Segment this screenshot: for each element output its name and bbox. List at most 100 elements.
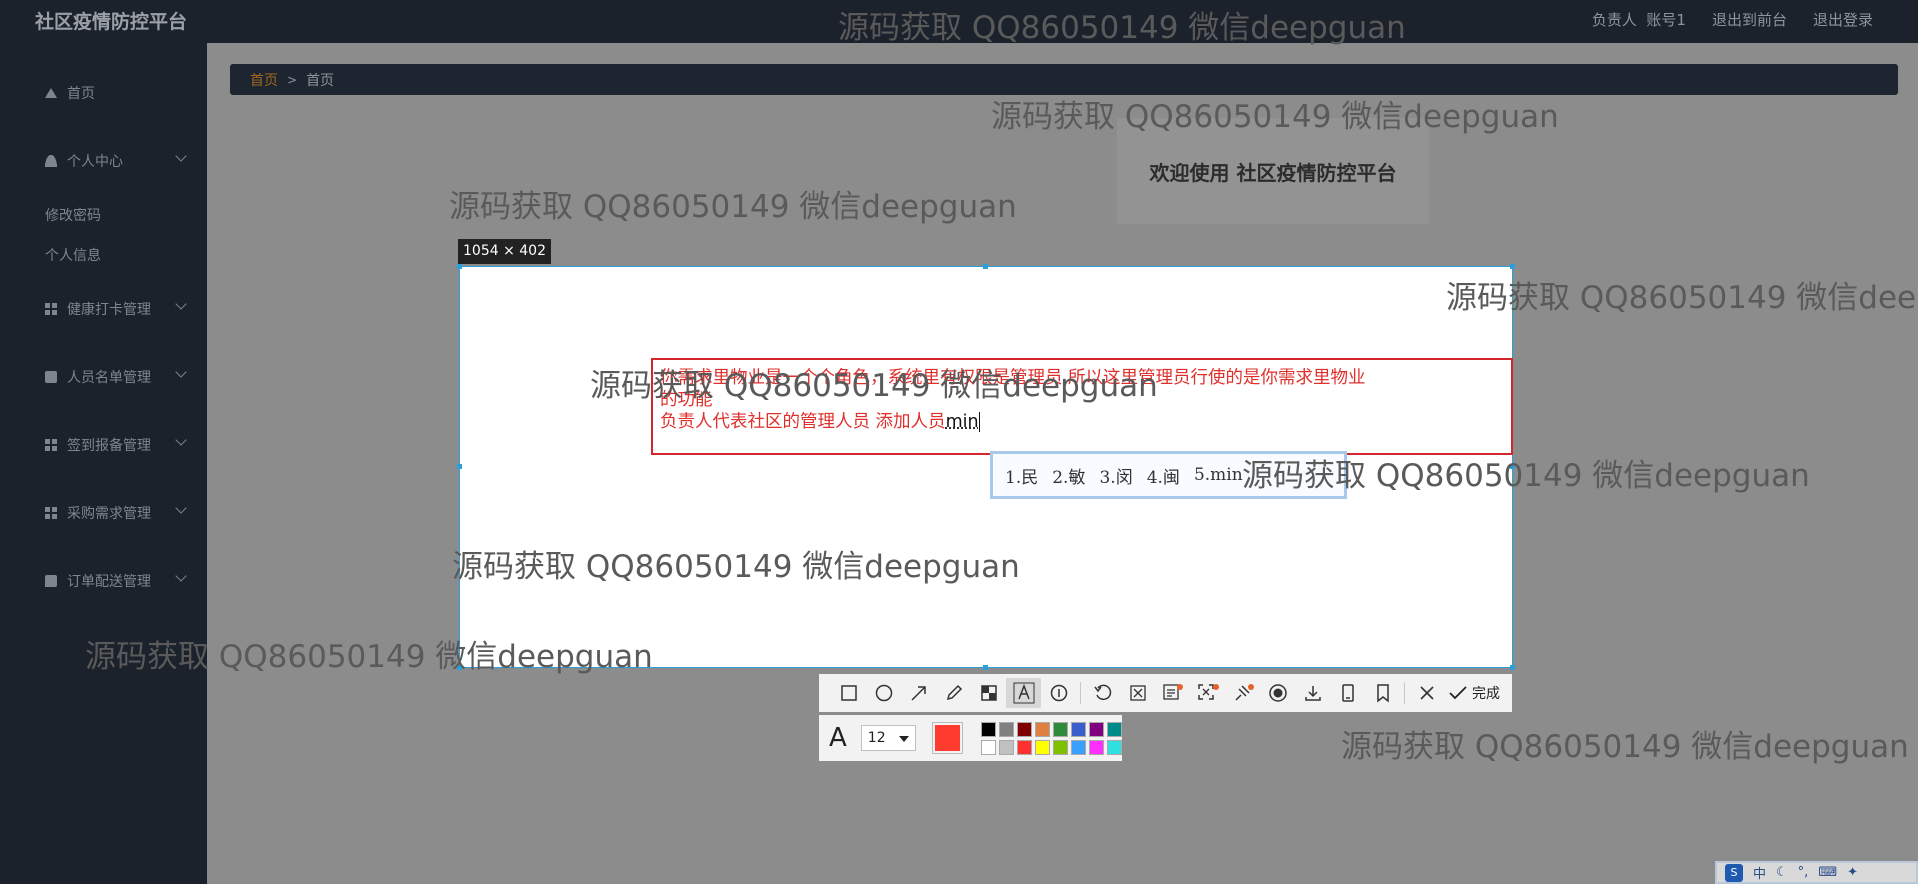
download-icon[interactable] (1295, 678, 1330, 708)
resize-handle[interactable] (1510, 264, 1515, 269)
color-palette (981, 721, 1122, 755)
ime-composing-text: min (945, 412, 979, 432)
resize-handle[interactable] (457, 464, 462, 469)
color-swatch[interactable] (981, 739, 996, 755)
sidebar-subitem-personal-info[interactable]: 个人信息 (45, 245, 101, 265)
toolbar-divider (1404, 682, 1405, 704)
ime-status-bar: S 中 ☾ °, ⌨ ✦ (1715, 861, 1918, 884)
watermark-text: 源码获取 QQ86050149 微信deepguan (1446, 280, 1918, 316)
sidebar-item-order-delivery[interactable]: 订单配送管理 (45, 570, 187, 591)
color-swatch[interactable] (1053, 739, 1068, 755)
ime-candidate[interactable]: 5.min (1194, 465, 1243, 485)
account-name: 账号1 (1646, 11, 1686, 29)
number-icon[interactable] (1041, 678, 1076, 708)
logout-link[interactable]: 退出登录 (1813, 9, 1873, 30)
breadcrumb-separator-icon: > (287, 72, 298, 87)
back-to-front-link[interactable]: 退出到前台 (1712, 9, 1787, 30)
user-role-label: 负责人 (1591, 11, 1637, 29)
font-icon: A (829, 723, 847, 753)
ime-candidate[interactable]: 2.敏 (1052, 463, 1085, 488)
resize-handle[interactable] (983, 264, 988, 269)
sidebar-item-personnel-list[interactable]: 人员名单管理 (45, 366, 187, 387)
watermark-text: 源码获取 QQ86050149 微信deepguan (85, 639, 653, 675)
done-button-label: 完成 (1472, 686, 1500, 702)
color-swatch[interactable] (1035, 721, 1050, 737)
ime-candidate[interactable]: 1.民 (1005, 463, 1038, 488)
keyboard-icon[interactable]: ⌨ (1818, 865, 1837, 880)
color-swatch[interactable] (999, 739, 1014, 755)
watermark-text: 源码获取 QQ86050149 微信deepguan (838, 10, 1406, 46)
breadcrumb-home-link[interactable]: 首页 (250, 70, 278, 90)
app-title: 社区疫情防控平台 (35, 11, 188, 33)
pencil-icon[interactable] (936, 678, 971, 708)
color-swatch[interactable] (999, 721, 1014, 737)
annotation-line-text: 负责人代表社区的管理人员 添加人员 (660, 412, 946, 432)
done-button[interactable]: 完成 (1448, 683, 1500, 703)
resize-handle[interactable] (457, 264, 462, 269)
clipboard-icon (45, 371, 57, 383)
record-icon[interactable] (1260, 678, 1295, 708)
color-swatch[interactable] (1017, 739, 1032, 755)
sidebar-subitem-change-password[interactable]: 修改密码 (45, 205, 101, 225)
color-swatch[interactable] (1107, 739, 1122, 755)
chat-icon (45, 575, 57, 587)
screenshot-toolbar: 完成 (819, 674, 1512, 712)
ime-language-indicator[interactable]: 中 (1753, 863, 1766, 882)
sidebar-item-health-checkin[interactable]: 健康打卡管理 (45, 298, 187, 319)
color-swatch[interactable] (1071, 721, 1086, 737)
ime-candidate[interactable]: 4.闽 (1147, 463, 1180, 488)
sogou-logo-icon[interactable]: S (1725, 863, 1743, 882)
mosaic-icon[interactable] (971, 678, 1006, 708)
dropdown-arrow-icon (899, 736, 910, 742)
sidebar-item-personal-center[interactable]: 个人中心 (45, 150, 187, 171)
sidebar-item-label: 人员名单管理 (67, 370, 151, 386)
user-icon (45, 155, 57, 167)
current-color-swatch[interactable] (932, 722, 963, 754)
close-icon[interactable] (1409, 678, 1444, 708)
color-swatch[interactable] (1035, 739, 1050, 755)
undo-icon[interactable] (1085, 678, 1120, 708)
color-swatch[interactable] (1071, 739, 1086, 755)
rectangle-icon[interactable] (831, 678, 866, 708)
resize-handle[interactable] (1510, 665, 1515, 670)
punctuation-icon[interactable]: °, (1798, 865, 1809, 880)
sidebar-item-label: 签到报备管理 (67, 438, 151, 454)
color-swatch[interactable] (1053, 721, 1068, 737)
grid-icon (45, 439, 57, 451)
chevron-down-icon (175, 366, 187, 378)
color-swatch[interactable] (981, 721, 996, 737)
chevron-down-icon (175, 298, 187, 310)
settings-icon[interactable]: ✦ (1847, 865, 1858, 880)
selection-size-label: 1054 × 402 (458, 239, 551, 264)
sidebar-item-signin-report[interactable]: 签到报备管理 (45, 434, 187, 455)
ime-candidate[interactable]: 3.闵 (1099, 463, 1132, 488)
save-icon[interactable] (1330, 678, 1365, 708)
current-color-fill (935, 725, 960, 751)
sidebar-item-label: 健康打卡管理 (67, 302, 151, 318)
sidebar-item-home[interactable]: 首页 (45, 83, 185, 103)
bookmark-icon[interactable] (1365, 678, 1400, 708)
resize-handle[interactable] (983, 665, 988, 670)
pin-icon[interactable] (1225, 678, 1260, 708)
grid-icon (45, 303, 57, 315)
ocr-icon[interactable] (1155, 678, 1190, 708)
moon-icon[interactable]: ☾ (1776, 865, 1788, 880)
grid-icon (45, 507, 57, 519)
user-role: 负责人 账号1 (1592, 9, 1686, 30)
color-swatch[interactable] (1089, 721, 1104, 737)
cut-icon[interactable] (1120, 678, 1155, 708)
color-swatch[interactable] (1107, 721, 1122, 737)
arrow-icon[interactable] (901, 678, 936, 708)
watermark-text: 源码获取 QQ86050149 微信deepguan (449, 189, 1017, 225)
watermark-text: 源码获取 QQ86050149 微信deepguan (991, 99, 1559, 135)
watermark-text: 源码获取 QQ86050149 微信deepguan (590, 368, 1158, 404)
color-swatch[interactable] (1017, 721, 1032, 737)
check-icon (1449, 686, 1467, 700)
ellipse-icon[interactable] (866, 678, 901, 708)
scroll-capture-icon[interactable] (1190, 678, 1225, 708)
toolbar-divider (1080, 682, 1081, 704)
font-size-select[interactable]: 12 (860, 725, 917, 751)
color-swatch[interactable] (1089, 739, 1104, 755)
text-icon[interactable] (1006, 678, 1041, 708)
sidebar-item-purchase-demand[interactable]: 采购需求管理 (45, 502, 187, 523)
